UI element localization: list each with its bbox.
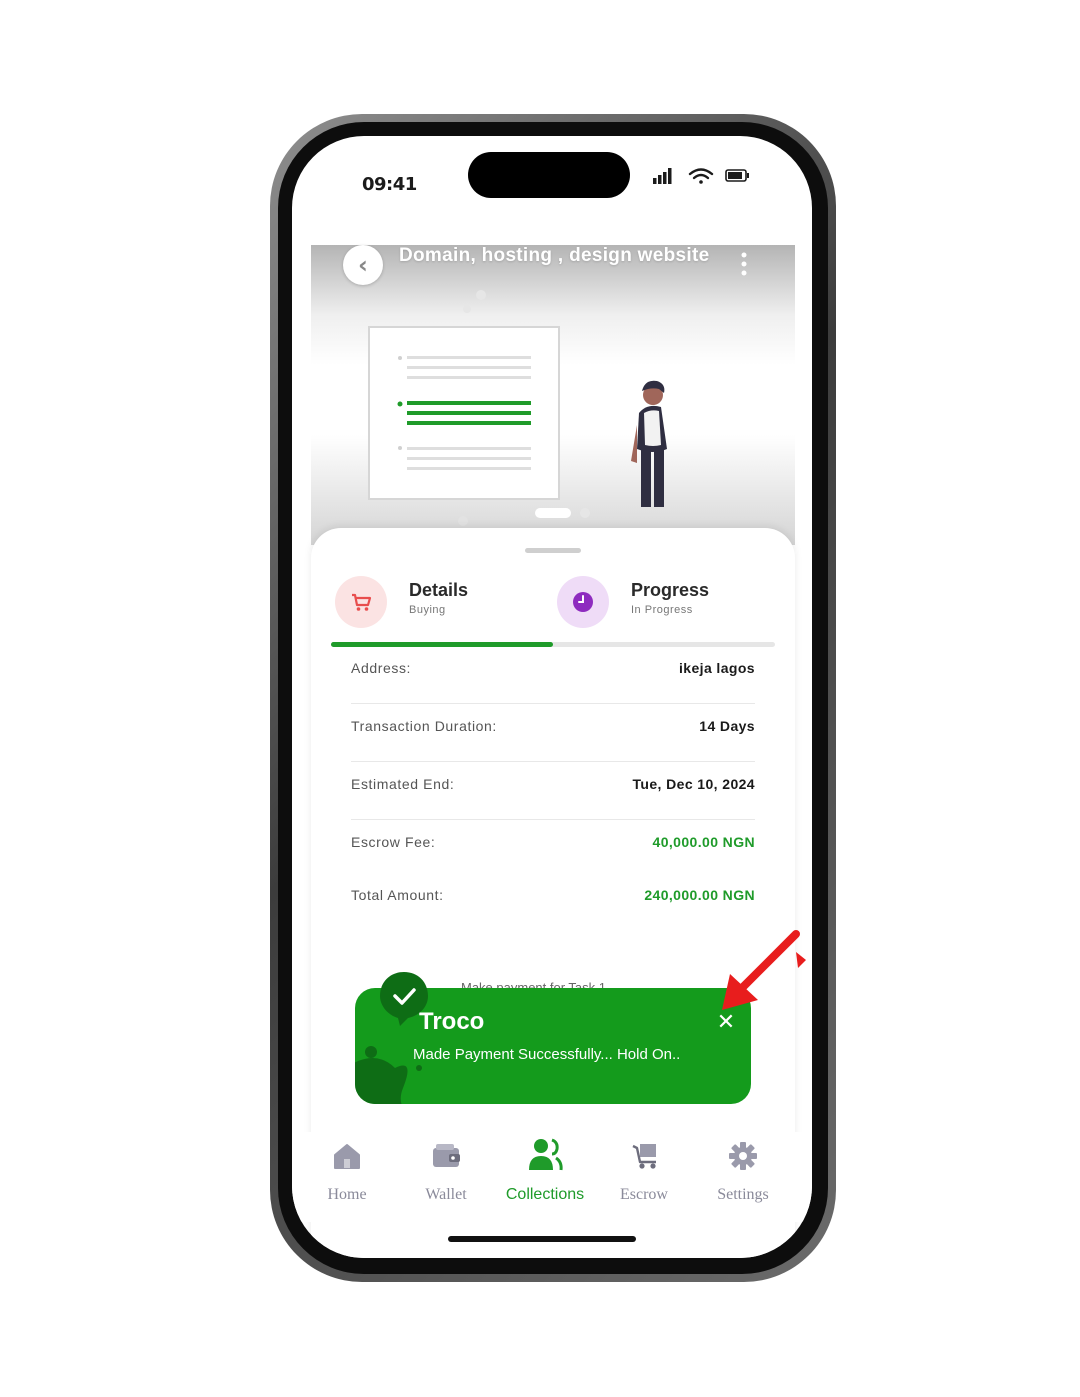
toast-decoration xyxy=(355,1046,422,1104)
nav-label-settings: Settings xyxy=(717,1186,769,1203)
back-button[interactable]: ‹ xyxy=(343,245,383,285)
nav-item-escrow[interactable]: Escrow xyxy=(594,1140,694,1204)
status-time: 09:41 xyxy=(362,174,417,195)
chevron-left-icon: ‹ xyxy=(358,251,368,279)
cart-icon xyxy=(335,576,387,628)
address-label: Address: xyxy=(351,660,412,676)
nav-item-wallet[interactable]: Wallet xyxy=(396,1140,496,1204)
status-icons xyxy=(653,168,749,184)
tab-details-subtitle: Buying xyxy=(409,604,446,616)
estimated-end-value: Tue, Dec 10, 2024 xyxy=(632,776,755,792)
wifi-icon xyxy=(688,168,714,184)
total-amount-label: Total Amount: xyxy=(351,887,444,903)
battery-icon xyxy=(725,169,749,182)
wallet-icon xyxy=(433,1144,460,1167)
phone-screen: 09:41 ‹ Domain, hosting , design website… xyxy=(292,136,812,1258)
home-icon xyxy=(334,1144,360,1169)
detail-row-address: Address: ikeja lagos xyxy=(351,646,755,704)
tab-details[interactable]: Details Buying xyxy=(335,574,535,630)
toast-message: Made Payment Successfully... Hold On.. xyxy=(413,1046,681,1063)
detail-row-escrow-fee: Escrow Fee: 40,000.00 NGN xyxy=(351,820,755,873)
tab-progress-subtitle: In Progress xyxy=(631,604,693,616)
detail-row-total-amount: Total Amount: 240,000.00 NGN xyxy=(351,873,755,926)
nav-label-collections: Collections xyxy=(505,1186,585,1203)
dynamic-island xyxy=(468,152,630,198)
estimated-end-label: Estimated End: xyxy=(351,776,455,792)
home-indicator xyxy=(448,1236,636,1242)
tab-progress-title: Progress xyxy=(631,580,710,600)
nav-label-escrow: Escrow xyxy=(620,1186,668,1203)
duration-label: Transaction Duration: xyxy=(351,718,497,734)
hero-illustration xyxy=(368,290,667,526)
detail-row-duration: Transaction Duration: 14 Days xyxy=(351,704,755,762)
tab-details-title: Details xyxy=(409,580,469,600)
page-title: Domain, hosting , design website xyxy=(399,245,710,266)
address-value: ikeja lagos xyxy=(679,660,755,676)
nav-item-collections[interactable]: Collections xyxy=(495,1138,595,1204)
nav-item-home[interactable]: Home xyxy=(297,1140,397,1204)
duration-value: 14 Days xyxy=(699,718,755,734)
total-amount-value: 240,000.00 NGN xyxy=(644,887,755,903)
escrow-icon xyxy=(632,1144,656,1169)
hero-banner: ‹ Domain, hosting , design website xyxy=(311,245,795,545)
nav-item-settings[interactable]: Settings xyxy=(693,1140,793,1204)
drag-handle[interactable] xyxy=(525,548,581,553)
carousel-indicator xyxy=(535,508,590,518)
clock-icon xyxy=(557,576,609,628)
person-figure xyxy=(631,380,667,507)
signal-icon xyxy=(653,168,672,184)
canvas: 09:41 ‹ Domain, hosting , design website… xyxy=(0,0,1080,1397)
annotation-arrow-icon xyxy=(722,930,806,1010)
bottom-nav: Home Wallet Collections Escrow Settings xyxy=(292,1132,812,1222)
details-list: Address: ikeja lagos Transaction Duratio… xyxy=(351,646,755,926)
detail-row-estimated-end: Estimated End: Tue, Dec 10, 2024 xyxy=(351,762,755,820)
collections-icon xyxy=(529,1138,563,1171)
escrow-fee-label: Escrow Fee: xyxy=(351,834,436,850)
nav-label-wallet: Wallet xyxy=(425,1186,467,1203)
tab-progress[interactable]: Progress In Progress xyxy=(557,574,757,630)
check-badge-icon xyxy=(380,972,428,1026)
escrow-fee-value: 40,000.00 NGN xyxy=(652,834,755,850)
more-options-icon[interactable] xyxy=(739,251,749,277)
gear-icon xyxy=(729,1142,757,1170)
nav-label-home: Home xyxy=(327,1186,367,1203)
